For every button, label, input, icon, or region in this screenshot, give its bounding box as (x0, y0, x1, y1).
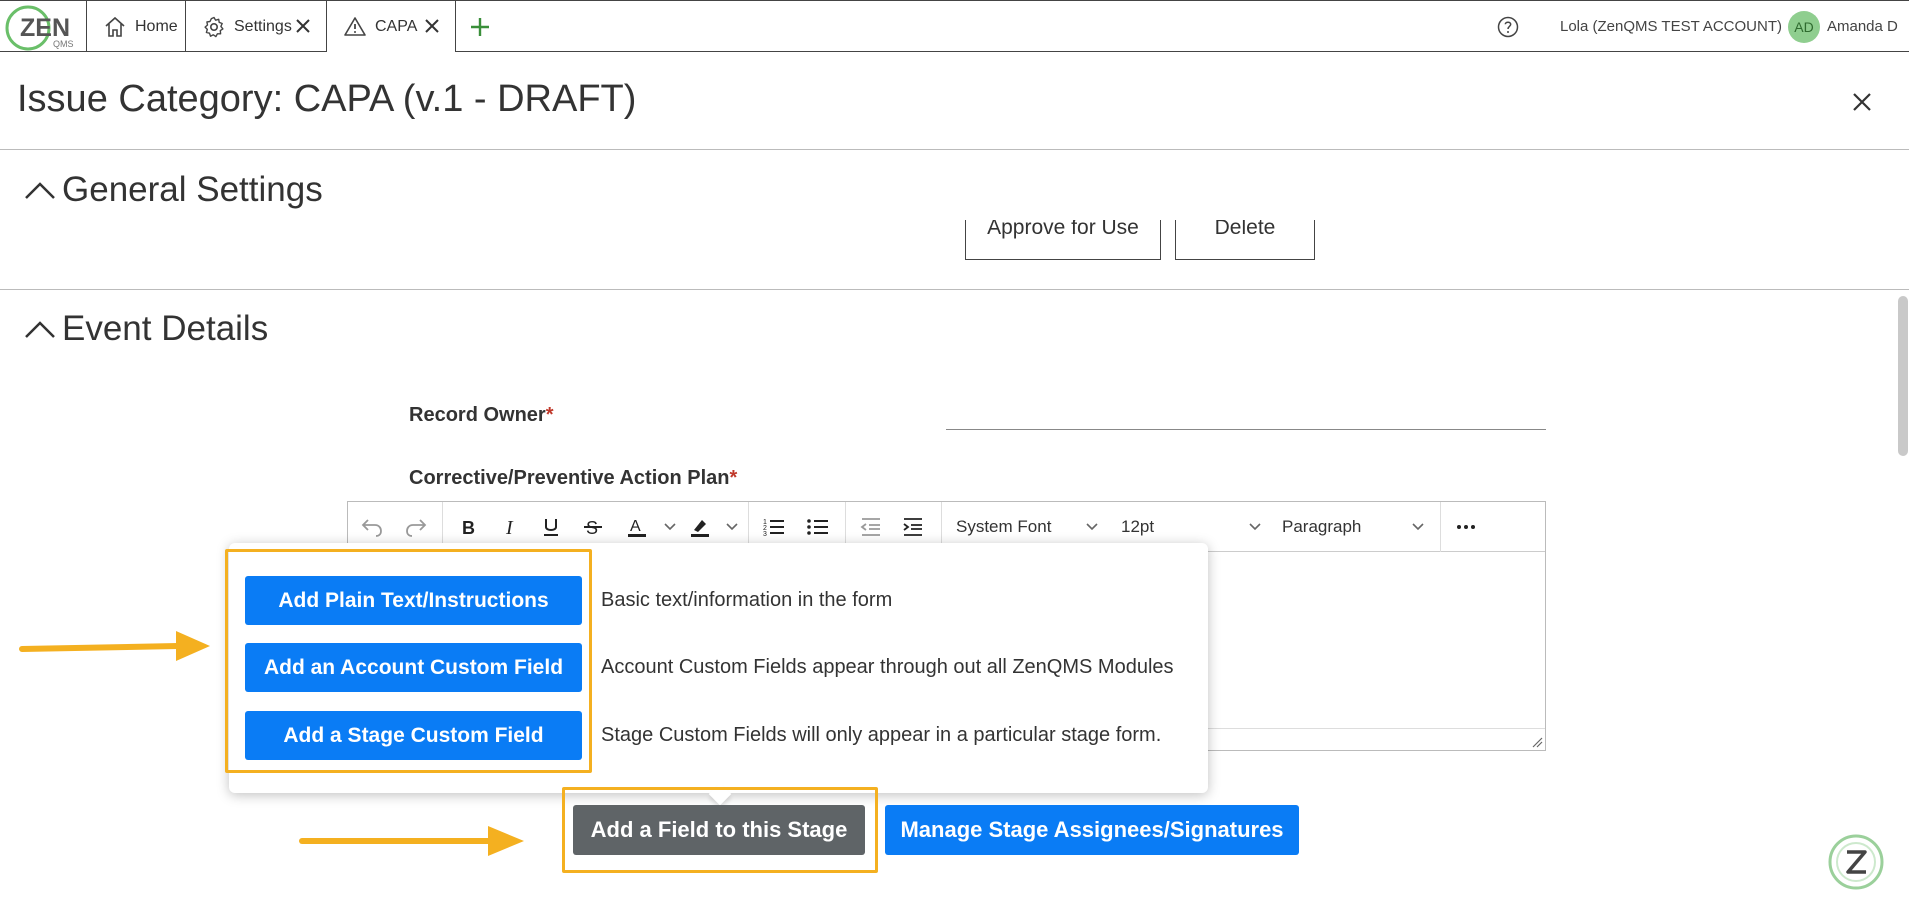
chevron-down-icon[interactable] (1410, 519, 1426, 535)
app-window: ZEN QMS Home Settings CAPA Lola (ZenQMS … (0, 0, 1909, 918)
chevron-down-icon[interactable] (1084, 519, 1100, 535)
approve-for-use-button[interactable]: Approve for Use (965, 220, 1161, 260)
font-family-select[interactable]: System Font (956, 517, 1051, 537)
page-title: Issue Category: CAPA (v.1 - DRAFT) (17, 78, 637, 120)
outdent-icon[interactable] (859, 515, 883, 539)
account-custom-field-description: Account Custom Fields appear through out… (601, 656, 1174, 678)
strikethrough-icon[interactable]: S (581, 515, 605, 539)
avatar[interactable]: AD (1788, 11, 1820, 43)
tab-home[interactable]: Home (86, 1, 185, 52)
resize-handle-icon[interactable] (1531, 736, 1543, 748)
chevron-down-icon[interactable] (724, 519, 740, 535)
chevron-down-icon[interactable] (1247, 519, 1263, 535)
annotation-arrow-icon (299, 826, 524, 856)
svg-text:A: A (630, 518, 641, 535)
warning-icon (344, 16, 366, 36)
chevron-up-icon (25, 321, 55, 338)
record-owner-label: Record Owner* (409, 404, 554, 426)
undo-icon[interactable] (360, 515, 384, 539)
underline-icon[interactable] (539, 515, 563, 539)
logo-text: ZEN (20, 14, 70, 42)
close-settings-tab-icon[interactable] (292, 15, 314, 37)
highlight-box-options (225, 549, 592, 773)
close-page-icon[interactable] (1848, 88, 1876, 116)
general-settings-header[interactable]: General Settings (22, 170, 323, 210)
event-details-header[interactable]: Event Details (22, 309, 268, 349)
page-scrollbar[interactable] (1898, 296, 1908, 456)
text-color-icon[interactable]: A (625, 515, 649, 539)
logo-subtext: QMS (53, 39, 74, 49)
block-format-select[interactable]: Paragraph (1282, 517, 1361, 537)
indent-icon[interactable] (901, 515, 925, 539)
event-details-title: Event Details (62, 309, 269, 348)
tab-settings[interactable]: Settings (185, 1, 326, 52)
close-capa-tab-icon[interactable] (421, 15, 443, 37)
tab-home-label: Home (135, 17, 178, 35)
zen-assistant-icon[interactable] (1826, 832, 1886, 892)
svg-text:B: B (462, 518, 475, 538)
account-name[interactable]: Lola (ZenQMS TEST ACCOUNT) (1560, 18, 1782, 35)
more-options-icon[interactable] (1454, 515, 1478, 539)
home-icon (105, 16, 125, 37)
bullet-list-icon[interactable] (806, 515, 830, 539)
svg-text:3: 3 (763, 531, 767, 538)
user-name[interactable]: Amanda D (1827, 18, 1898, 35)
manage-stage-assignees-button[interactable]: Manage Stage Assignees/Signatures (885, 805, 1299, 855)
tab-capa-label: CAPA (375, 17, 418, 35)
italic-icon[interactable]: I (498, 515, 522, 539)
annotation-arrow-icon (19, 631, 210, 661)
help-icon[interactable] (1496, 15, 1520, 39)
numbered-list-icon[interactable]: 123 (762, 515, 786, 539)
add-field-to-stage-button[interactable]: Add a Field to this Stage (573, 805, 865, 855)
general-settings-title: General Settings (62, 170, 323, 209)
stage-custom-field-description: Stage Custom Fields will only appear in … (601, 724, 1162, 746)
plain-text-description: Basic text/information in the form (601, 589, 893, 611)
top-navigation-bar: ZEN QMS Home Settings CAPA Lola (ZenQMS … (0, 0, 1909, 52)
zenqms-logo[interactable]: ZEN QMS (4, 3, 80, 51)
header-divider (0, 149, 1909, 150)
highlight-color-icon[interactable] (688, 515, 712, 539)
required-marker: * (729, 467, 738, 489)
add-tab-plus-icon[interactable] (466, 13, 494, 41)
section-divider (0, 289, 1909, 290)
tab-capa[interactable]: CAPA (326, 1, 456, 52)
tab-settings-label: Settings (234, 17, 292, 35)
bold-icon[interactable]: B (456, 515, 480, 539)
svg-text:I: I (505, 517, 514, 539)
font-size-select[interactable]: 12pt (1121, 517, 1154, 537)
gear-icon (204, 16, 224, 37)
chevron-up-icon (25, 182, 55, 199)
chevron-down-icon[interactable] (662, 519, 678, 535)
redo-icon[interactable] (404, 515, 428, 539)
delete-button[interactable]: Delete (1175, 220, 1315, 260)
required-marker: * (545, 404, 554, 426)
record-owner-input[interactable] (946, 429, 1546, 430)
capa-plan-label: Corrective/Preventive Action Plan* (409, 467, 738, 489)
